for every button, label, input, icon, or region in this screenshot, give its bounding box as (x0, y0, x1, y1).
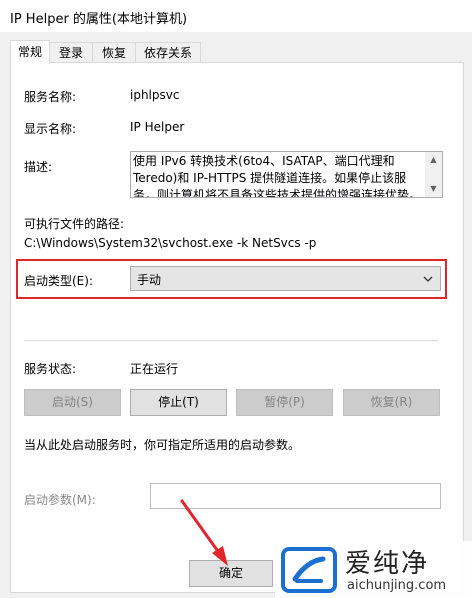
ok-button[interactable]: 确定 (189, 560, 273, 587)
window-title: IP Helper 的属性(本地计算机) (10, 12, 188, 27)
service-name-label: 服务名称: (24, 90, 77, 104)
title-bar: IP Helper 的属性(本地计算机) (0, 0, 472, 32)
start-button[interactable]: 启动(S) (24, 389, 121, 416)
service-name-value: iphlpsvc (130, 88, 180, 102)
watermark-text: 爱纯净 (345, 549, 430, 579)
service-status-label: 服务状态: (24, 362, 77, 376)
divider (24, 340, 438, 341)
watermark: 爱纯净 aichunjing.com (275, 541, 472, 598)
description-scrollbar[interactable]: ▲ ▼ (425, 152, 442, 197)
scroll-down-icon[interactable]: ▼ (425, 181, 442, 197)
startup-type-label: 启动类型(E): (24, 274, 93, 288)
display-name-label: 显示名称: (24, 122, 77, 136)
start-params-hint: 当从此处启动服务时，你可指定所适用的启动参数。 (24, 438, 301, 452)
chevron-down-icon (423, 276, 433, 282)
start-params-label: 启动参数(M): (24, 493, 96, 507)
scroll-up-icon[interactable]: ▲ (425, 152, 442, 168)
tab-dependencies[interactable]: 依存关系 (135, 42, 201, 63)
tab-logon[interactable]: 登录 (49, 42, 93, 63)
tab-panel-general (10, 62, 464, 593)
resume-button[interactable]: 恢复(R) (343, 389, 440, 416)
dialog-body: 常规 登录 恢复 依存关系 (0, 32, 472, 598)
exe-path-value: C:\Windows\System32\svchost.exe -k NetSv… (24, 236, 317, 250)
watermark-url: aichunjing.com (347, 578, 447, 593)
tab-recovery[interactable]: 恢复 (92, 42, 136, 63)
description-label: 描述: (24, 160, 53, 174)
start-params-input[interactable] (150, 483, 441, 509)
exe-path-label: 可执行文件的路径: (24, 217, 125, 231)
tab-general[interactable]: 常规 (10, 40, 50, 64)
description-box[interactable]: 使用 IPv6 转换技术(6to4、ISATAP、端口代理和 Teredo)和 … (130, 151, 443, 198)
startup-type-select[interactable]: 手动 (130, 266, 441, 291)
display-name-value: IP Helper (130, 120, 185, 134)
description-text: 使用 IPv6 转换技术(6to4、ISATAP、端口代理和 Teredo)和 … (133, 154, 422, 198)
startup-type-value: 手动 (137, 273, 162, 287)
brand-logo-icon (281, 547, 337, 593)
stop-button[interactable]: 停止(T) (130, 389, 227, 416)
service-status-value: 正在运行 (130, 362, 179, 376)
pause-button[interactable]: 暂停(P) (236, 389, 333, 416)
